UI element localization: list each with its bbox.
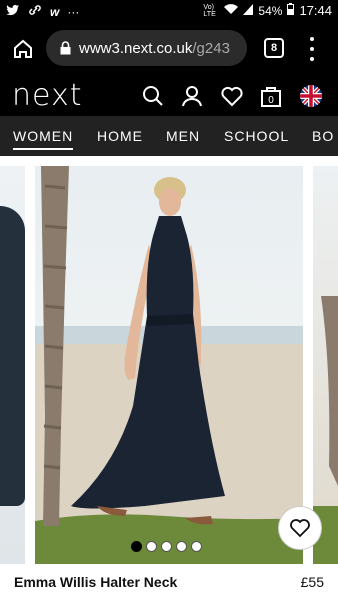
home-icon — [14, 39, 32, 58]
account-button[interactable] — [180, 84, 204, 108]
nav-item-home[interactable]: HOME — [97, 128, 143, 144]
url-text: www3.next.co.uk/g243 — [79, 40, 230, 57]
wifi-icon — [224, 3, 239, 18]
status-bar: w ··· Vo) LTE 54% 17:44 — [0, 0, 338, 24]
carousel-dot-5[interactable] — [191, 541, 202, 552]
shopping-bag-icon: 0 — [261, 87, 281, 107]
twitter-icon — [6, 4, 20, 19]
volte-label: Vo) LTE — [203, 3, 216, 18]
next-logo[interactable]: next — [12, 78, 82, 113]
nav-item-women[interactable]: WOMEN — [13, 128, 74, 150]
nav-item-men[interactable]: MEN — [166, 128, 200, 144]
search-button[interactable] — [141, 84, 165, 108]
carousel-dot-2[interactable] — [146, 541, 157, 552]
favourites-button[interactable] — [220, 84, 244, 108]
product-image-carousel[interactable] — [0, 156, 338, 564]
url-host: www3.next.co.uk — [79, 39, 193, 57]
search-icon — [143, 86, 163, 106]
nav-item-boys[interactable]: BO — [312, 128, 334, 144]
more-notifications-icon: ··· — [67, 4, 80, 19]
save-to-favourites-button[interactable] — [278, 506, 322, 550]
address-bar[interactable]: www3.next.co.uk/g243 — [46, 30, 247, 66]
country-selector[interactable] — [299, 84, 323, 108]
user-icon — [182, 86, 202, 107]
svg-text:0: 0 — [268, 95, 274, 106]
url-path: /g243 — [192, 39, 230, 57]
nav-item-school[interactable]: SCHOOL — [224, 128, 289, 144]
bag-button[interactable]: 0 — [259, 84, 283, 108]
product-info: Emma Willis Halter Neck £55 — [0, 564, 338, 600]
heart-icon — [221, 86, 243, 107]
link-icon — [28, 4, 42, 19]
site-header: next 0 — [0, 74, 338, 116]
category-nav: WOMEN HOME MEN SCHOOL BO — [0, 116, 338, 156]
browser-toolbar: www3.next.co.uk/g243 8 — [0, 24, 338, 74]
carousel-dot-4[interactable] — [176, 541, 187, 552]
product-price: £55 — [300, 574, 324, 590]
next-slide-image[interactable] — [313, 166, 338, 564]
product-image[interactable] — [35, 166, 303, 564]
home-button[interactable] — [12, 38, 34, 60]
carousel-pagination — [131, 541, 202, 552]
product-title[interactable]: Emma Willis Halter Neck — [14, 574, 177, 590]
browser-menu-button[interactable] — [307, 37, 317, 61]
battery-icon — [287, 3, 295, 18]
model-photo — [35, 166, 303, 564]
clock: 17:44 — [299, 3, 332, 18]
lock-icon — [60, 41, 71, 55]
previous-slide-image[interactable] — [0, 166, 25, 564]
heart-icon — [290, 519, 310, 538]
signal-icon — [243, 3, 254, 18]
uk-flag-icon — [300, 85, 322, 107]
tab-switcher-button[interactable]: 8 — [264, 38, 284, 58]
w-app-icon: w — [50, 4, 60, 19]
battery-percent: 54% — [258, 3, 283, 18]
carousel-dot-3[interactable] — [161, 541, 172, 552]
carousel-dot-1[interactable] — [131, 541, 142, 552]
